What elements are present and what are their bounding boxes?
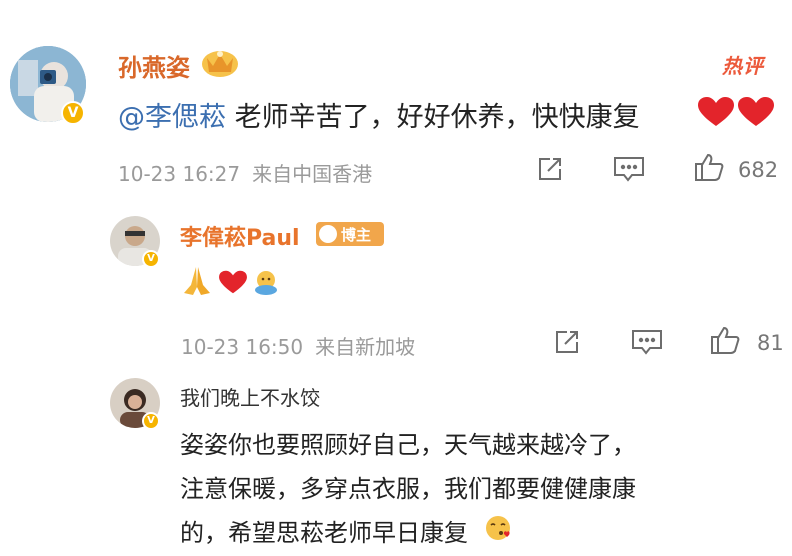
verified-badge-icon: V — [61, 101, 85, 125]
red-heart-emoji — [219, 270, 247, 298]
like-count: 682 — [738, 158, 779, 182]
username[interactable]: 李偉菘Paul — [180, 220, 300, 252]
verified-badge-icon: V — [142, 412, 160, 430]
thumbs-up-icon[interactable] — [694, 152, 724, 186]
author-badge-icon — [319, 225, 337, 243]
like-count: 81 — [757, 331, 784, 355]
hug-emoji — [252, 268, 280, 300]
mention-link[interactable]: @李偲菘 — [118, 102, 226, 133]
verified-badge-icon: V — [142, 250, 160, 268]
author-badge: 博主 — [316, 222, 384, 246]
hot-comment-tag: 热评 — [722, 54, 764, 78]
thumbs-up-icon[interactable] — [710, 325, 740, 359]
crown-badge-icon — [200, 46, 240, 82]
username[interactable]: 孙燕姿 — [118, 48, 190, 83]
timestamp: 10-23 16:27 — [118, 162, 241, 186]
username[interactable]: 我们晚上不水饺 — [180, 382, 320, 411]
share-icon[interactable] — [553, 328, 581, 360]
reply-text-line: 姿姿你也要照顾好自己，天气越来越冷了， — [180, 431, 636, 459]
blowing-kiss-emoji — [484, 514, 512, 546]
comment-meta: 10-23 16:27 来自中国香港 — [118, 158, 372, 187]
comment-icon[interactable] — [613, 156, 645, 186]
reply-text-line: 的，希望思菘老师早日康复 — [180, 519, 468, 547]
red-heart-emoji — [698, 96, 774, 132]
comment-text: @李偲菘 老师辛苦了，好好休养，快快康复 — [118, 95, 640, 134]
location: 来自中国香港 — [252, 162, 373, 186]
timestamp: 10-23 16:50 — [181, 335, 304, 359]
comment-icon[interactable] — [631, 329, 663, 359]
reply-text-line: 注意保暖，多穿点衣服，我们都要健健康康 — [180, 475, 636, 503]
folded-hands-emoji — [181, 265, 213, 301]
comment-body: 老师辛苦了，好好休养，快快康复 — [226, 102, 640, 133]
share-icon[interactable] — [536, 155, 564, 187]
reply-meta: 10-23 16:50 来自新加坡 — [181, 331, 415, 360]
location: 来自新加坡 — [315, 335, 416, 359]
